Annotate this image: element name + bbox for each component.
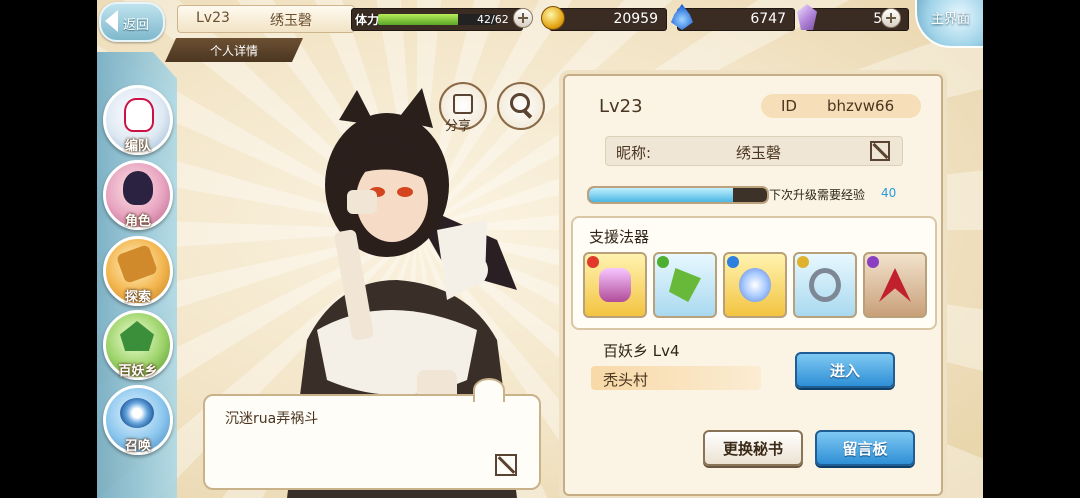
- profile-detail-tab: 个人详情: [165, 38, 303, 62]
- player-level: Lv23: [196, 10, 230, 26]
- stamina-label: 体力: [355, 13, 380, 27]
- element-fire-icon: [587, 256, 599, 268]
- signature-text: 沉迷rua弄祸斗: [225, 411, 319, 427]
- home-label: 主界面: [931, 12, 971, 27]
- village-level-label: 百妖乡 Lv4: [603, 342, 680, 360]
- village-name-box: 秃头村: [591, 366, 761, 390]
- message-board-label: 留言板: [842, 440, 888, 458]
- change-secretary-button[interactable]: 更换秘书: [703, 430, 803, 466]
- nav-village-button[interactable]: 百妖乡: [103, 310, 173, 380]
- nav-explore-label: 探索: [124, 290, 151, 305]
- back-arrow-icon: [105, 10, 118, 32]
- exp-label: 下次升级需要经验: [769, 188, 866, 202]
- edit-nickname-icon[interactable]: [870, 141, 890, 161]
- exp-bar: [587, 186, 769, 204]
- nav-character-label: 角色: [124, 214, 151, 229]
- edit-signature-icon[interactable]: [495, 454, 517, 476]
- back-label: 返回: [123, 18, 150, 33]
- element-light-icon: [797, 256, 809, 268]
- exp-fill: [589, 188, 734, 202]
- artifact-slot-3[interactable]: [723, 252, 787, 318]
- village-name: 秃头村: [603, 371, 649, 389]
- element-water-icon: [727, 256, 739, 268]
- id-label: ID: [781, 97, 797, 115]
- artifact-slot-1[interactable]: [583, 252, 647, 318]
- explore-icon: [115, 244, 159, 284]
- element-dark-icon: [867, 256, 879, 268]
- summon-icon: [120, 398, 154, 428]
- support-artifacts-box: 支援法器: [571, 216, 937, 330]
- profile-level: Lv23: [599, 96, 643, 117]
- change-secretary-label: 更换秘书: [722, 440, 783, 458]
- character-icon: [123, 171, 153, 205]
- gold-coin-icon: [541, 6, 565, 30]
- game-screen: 返回 Lv23 绣玉磬 体力 42/62 20959 6747 509 主界面 …: [97, 0, 983, 498]
- potion-artifact-icon: [599, 268, 631, 302]
- top-bar: 返回 Lv23 绣玉磬 体力 42/62 20959 6747 509 主界面: [97, 0, 983, 48]
- share-label: 分享: [445, 119, 472, 134]
- artifact-slot-5[interactable]: [863, 252, 927, 318]
- player-id-box: ID bhzvw66: [761, 94, 921, 118]
- stamina-display: 体力 42/62: [351, 8, 523, 31]
- signature-bubble: 沉迷rua弄祸斗: [203, 378, 541, 490]
- enter-label: 进入: [829, 362, 860, 380]
- nav-character-button[interactable]: 角色: [103, 160, 173, 230]
- stamina-count: 42/62: [477, 13, 509, 26]
- nav-village-label: 百妖乡: [118, 364, 158, 379]
- exp-value: 40: [881, 186, 897, 200]
- id-value: bhzvw66: [827, 97, 895, 115]
- gem-display: 6747: [677, 8, 795, 31]
- leaf-artifact-icon: [669, 268, 701, 302]
- village-icon: [120, 321, 154, 351]
- add-stamina-button[interactable]: [513, 8, 533, 28]
- team-icon: [124, 98, 154, 132]
- player-plate: Lv23 绣玉磬: [177, 5, 355, 33]
- back-button[interactable]: 返回: [99, 2, 165, 42]
- nav-explore-button[interactable]: 探索: [103, 236, 173, 306]
- bubble-tail: [473, 378, 505, 402]
- profile-detail-tab-label: 个人详情: [209, 44, 258, 58]
- orb-artifact-icon: [739, 268, 771, 302]
- nav-team-button[interactable]: 编队: [103, 85, 173, 155]
- add-crystal-button[interactable]: [881, 8, 901, 28]
- enter-village-button[interactable]: 进入: [795, 352, 895, 388]
- element-wood-icon: [657, 256, 669, 268]
- profile-panel: Lv23 ID bhzvw66 昵称: 绣玉磬 下次升级需要经验 40 支援法器: [563, 74, 943, 496]
- ring-artifact-icon: [809, 268, 841, 302]
- stamina-fill: [378, 14, 459, 25]
- share-icon: [453, 94, 473, 114]
- nickname-label: 昵称:: [616, 144, 652, 162]
- nickname-value: 绣玉磬: [736, 144, 782, 162]
- nav-summon-label: 召唤: [124, 439, 151, 454]
- magnifier-handle: [521, 108, 533, 119]
- gold-value: 20959: [613, 11, 658, 27]
- gold-display: 20959: [549, 8, 667, 31]
- blade-artifact-icon: [879, 268, 911, 302]
- zoom-button[interactable]: [497, 82, 545, 130]
- nav-summon-button[interactable]: 召唤: [103, 385, 173, 455]
- artifact-slot-4[interactable]: [793, 252, 857, 318]
- gem-value: 6747: [750, 11, 786, 27]
- nav-team-label: 编队: [124, 139, 151, 154]
- nickname-row: 昵称: 绣玉磬: [605, 136, 903, 166]
- message-board-button[interactable]: 留言板: [815, 430, 915, 466]
- artifact-slot-2[interactable]: [653, 252, 717, 318]
- support-title: 支援法器: [589, 228, 650, 246]
- player-name: 绣玉磬: [270, 13, 312, 29]
